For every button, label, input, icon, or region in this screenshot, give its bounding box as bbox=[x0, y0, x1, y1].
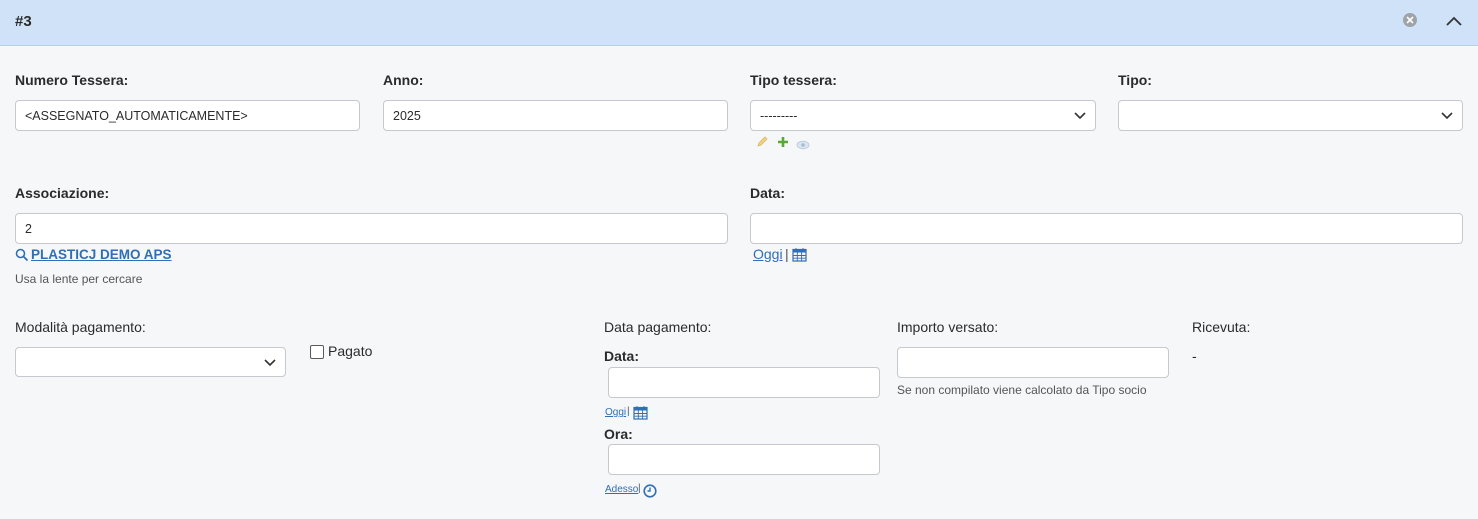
separator: | bbox=[627, 406, 630, 417]
chevron-down-icon bbox=[1441, 112, 1453, 120]
calendar-icon[interactable] bbox=[633, 405, 648, 425]
ricevuta-label: Ricevuta: bbox=[1192, 319, 1251, 335]
oggi-link[interactable]: Oggi bbox=[753, 246, 783, 262]
tipo-tessera-value: --------- bbox=[760, 108, 798, 123]
modalita-pagamento-label: Modalità pagamento: bbox=[15, 319, 146, 335]
ora-label: Ora: bbox=[604, 426, 633, 442]
calendar-icon[interactable] bbox=[792, 247, 807, 267]
chevron-up-icon[interactable] bbox=[1444, 14, 1464, 28]
associazione-field[interactable]: 2 bbox=[15, 213, 728, 244]
numero-tessera-label: Numero Tessera: bbox=[15, 72, 129, 88]
importo-versato-field[interactable] bbox=[897, 347, 1169, 378]
separator: | bbox=[638, 483, 641, 494]
associazione-help: Usa la lente per cercare bbox=[15, 272, 143, 286]
chevron-down-icon bbox=[264, 359, 276, 367]
numero-tessera-value: <ASSEGNATO_AUTOMATICAMENTE> bbox=[25, 108, 248, 123]
tipo-tessera-select[interactable]: --------- bbox=[750, 100, 1096, 131]
associazione-label: Associazione: bbox=[15, 185, 110, 201]
panel-title: #3 bbox=[15, 13, 32, 30]
importo-versato-help: Se non compilato viene calcolato da Tipo… bbox=[897, 383, 1147, 397]
panel-header: #3 bbox=[0, 0, 1478, 46]
adesso-link[interactable]: Adesso bbox=[605, 484, 638, 495]
modalita-pagamento-select[interactable] bbox=[15, 347, 286, 377]
importo-versato-label: Importo versato: bbox=[897, 319, 999, 335]
ora-field[interactable] bbox=[608, 444, 880, 475]
ricevuta-value: - bbox=[1192, 348, 1197, 364]
data-label: Data: bbox=[750, 185, 786, 201]
associazione-link[interactable]: PLASTICJ DEMO APS bbox=[31, 247, 172, 262]
pencil-icon[interactable] bbox=[756, 135, 769, 153]
data-field[interactable] bbox=[750, 213, 1463, 244]
tipo-label: Tipo: bbox=[1118, 72, 1152, 88]
data-pagamento-label: Data pagamento: bbox=[604, 319, 712, 335]
anno-label: Anno: bbox=[383, 72, 424, 88]
associazione-value: 2 bbox=[25, 221, 32, 236]
tipo-tessera-label: Tipo tessera: bbox=[750, 72, 837, 88]
numero-tessera-field[interactable]: <ASSEGNATO_AUTOMATICAMENTE> bbox=[15, 100, 360, 131]
plus-icon[interactable] bbox=[777, 135, 789, 153]
search-icon[interactable] bbox=[15, 248, 29, 267]
clock-icon[interactable] bbox=[643, 484, 657, 503]
separator: | bbox=[785, 246, 789, 262]
anno-field[interactable]: 2025 bbox=[383, 100, 728, 131]
anno-value: 2025 bbox=[393, 108, 421, 123]
chevron-down-icon bbox=[1074, 112, 1086, 120]
pagato-label: Pagato bbox=[328, 343, 373, 359]
data-pagamento-data-label: Data: bbox=[604, 348, 640, 364]
pagato-checkbox[interactable] bbox=[310, 345, 324, 359]
tipo-select[interactable] bbox=[1118, 100, 1463, 131]
eye-icon[interactable] bbox=[796, 137, 810, 155]
data-pagamento-field[interactable] bbox=[608, 367, 880, 398]
close-icon[interactable] bbox=[1403, 13, 1417, 27]
oggi-link[interactable]: Oggi bbox=[605, 407, 626, 418]
